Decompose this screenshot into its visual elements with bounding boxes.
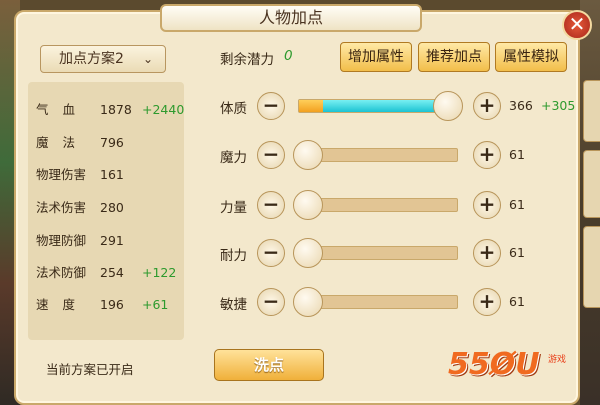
stat-row: 魔法 796 bbox=[36, 132, 142, 151]
plan-select-value: 加点方案2 bbox=[59, 51, 124, 67]
stat-bonus: +61 bbox=[142, 297, 169, 312]
slider-allocated-fill bbox=[323, 100, 449, 112]
slider-handle[interactable] bbox=[433, 91, 463, 121]
close-icon[interactable]: ✕ bbox=[562, 10, 592, 40]
slider-handle[interactable] bbox=[293, 140, 323, 170]
stat-row: 气血 1878 +2440 bbox=[36, 99, 184, 118]
attribute-value: 61 bbox=[509, 294, 525, 309]
stat-label: 气血 bbox=[36, 102, 90, 117]
minus-button[interactable]: − bbox=[257, 239, 285, 267]
plan-select-dropdown[interactable]: 加点方案2 ⌄ bbox=[40, 45, 166, 73]
remaining-potential-label: 剩余潜力 bbox=[220, 52, 274, 68]
plus-button[interactable]: + bbox=[473, 191, 501, 219]
slider-handle[interactable] bbox=[293, 190, 323, 220]
stat-value: 254 bbox=[100, 265, 124, 280]
remaining-potential-value: 0 bbox=[284, 48, 293, 64]
stat-value: 291 bbox=[100, 233, 124, 248]
minus-button[interactable]: − bbox=[257, 92, 285, 120]
reset-points-button[interactable]: 洗点 bbox=[214, 349, 324, 381]
side-tab-2[interactable] bbox=[583, 150, 600, 218]
stat-bonus: +122 bbox=[142, 265, 177, 280]
stat-row: 法术伤害 280 bbox=[36, 197, 142, 216]
chevron-down-icon: ⌄ bbox=[142, 52, 153, 66]
attribute-label: 力量 bbox=[220, 200, 247, 216]
slider-handle[interactable] bbox=[293, 238, 323, 268]
attribute-label: 魔力 bbox=[220, 150, 247, 166]
watermark-subtext: 游戏 bbox=[548, 355, 567, 365]
attribute-value: 366 bbox=[509, 98, 533, 113]
minus-button[interactable]: − bbox=[257, 141, 285, 169]
attribute-label: 耐力 bbox=[220, 248, 247, 264]
stat-label: 法术伤害 bbox=[36, 200, 87, 215]
stat-label: 魔法 bbox=[36, 135, 90, 150]
attribute-bonus: +305 bbox=[541, 98, 576, 113]
plan-status-text: 当前方案已开启 bbox=[46, 362, 134, 377]
side-tab-1[interactable] bbox=[583, 80, 600, 142]
side-tab-3[interactable] bbox=[583, 226, 600, 308]
minus-button[interactable]: − bbox=[257, 288, 285, 316]
attribute-label: 体质 bbox=[220, 101, 247, 117]
stat-row: 物理伤害 161 bbox=[36, 164, 142, 183]
plus-button[interactable]: + bbox=[473, 239, 501, 267]
stat-value: 1878 bbox=[100, 102, 132, 117]
stat-row: 物理防御 291 bbox=[36, 230, 142, 249]
slider-base-fill bbox=[299, 100, 323, 112]
attribute-simulate-button[interactable]: 属性模拟 bbox=[495, 42, 567, 72]
stat-label: 速度 bbox=[36, 297, 90, 312]
attribute-value: 61 bbox=[509, 245, 525, 260]
stat-value: 280 bbox=[100, 200, 124, 215]
add-attribute-button[interactable]: 增加属性 bbox=[340, 42, 412, 72]
stat-label: 物理防御 bbox=[36, 233, 87, 248]
slider-handle[interactable] bbox=[293, 287, 323, 317]
stat-value: 796 bbox=[100, 135, 124, 150]
stat-row: 速度 196 +61 bbox=[36, 294, 168, 313]
stat-label: 法术防御 bbox=[36, 265, 87, 280]
stat-label: 物理伤害 bbox=[36, 167, 87, 182]
plus-button[interactable]: + bbox=[473, 141, 501, 169]
stat-value: 161 bbox=[100, 167, 124, 182]
stat-bonus: +2440 bbox=[142, 102, 185, 117]
stat-value: 196 bbox=[100, 297, 124, 312]
plus-button[interactable]: + bbox=[473, 288, 501, 316]
attribute-value: 61 bbox=[509, 197, 525, 212]
minus-button[interactable]: − bbox=[257, 191, 285, 219]
window-title: 人物加点 bbox=[160, 4, 422, 32]
stat-row: 法术防御 254 +122 bbox=[36, 262, 176, 281]
attribute-label: 敏捷 bbox=[220, 297, 247, 313]
plus-button[interactable]: + bbox=[473, 92, 501, 120]
recommend-points-button[interactable]: 推荐加点 bbox=[418, 42, 490, 72]
watermark-logo: 55ØU bbox=[448, 347, 540, 382]
attribute-value: 61 bbox=[509, 147, 525, 162]
